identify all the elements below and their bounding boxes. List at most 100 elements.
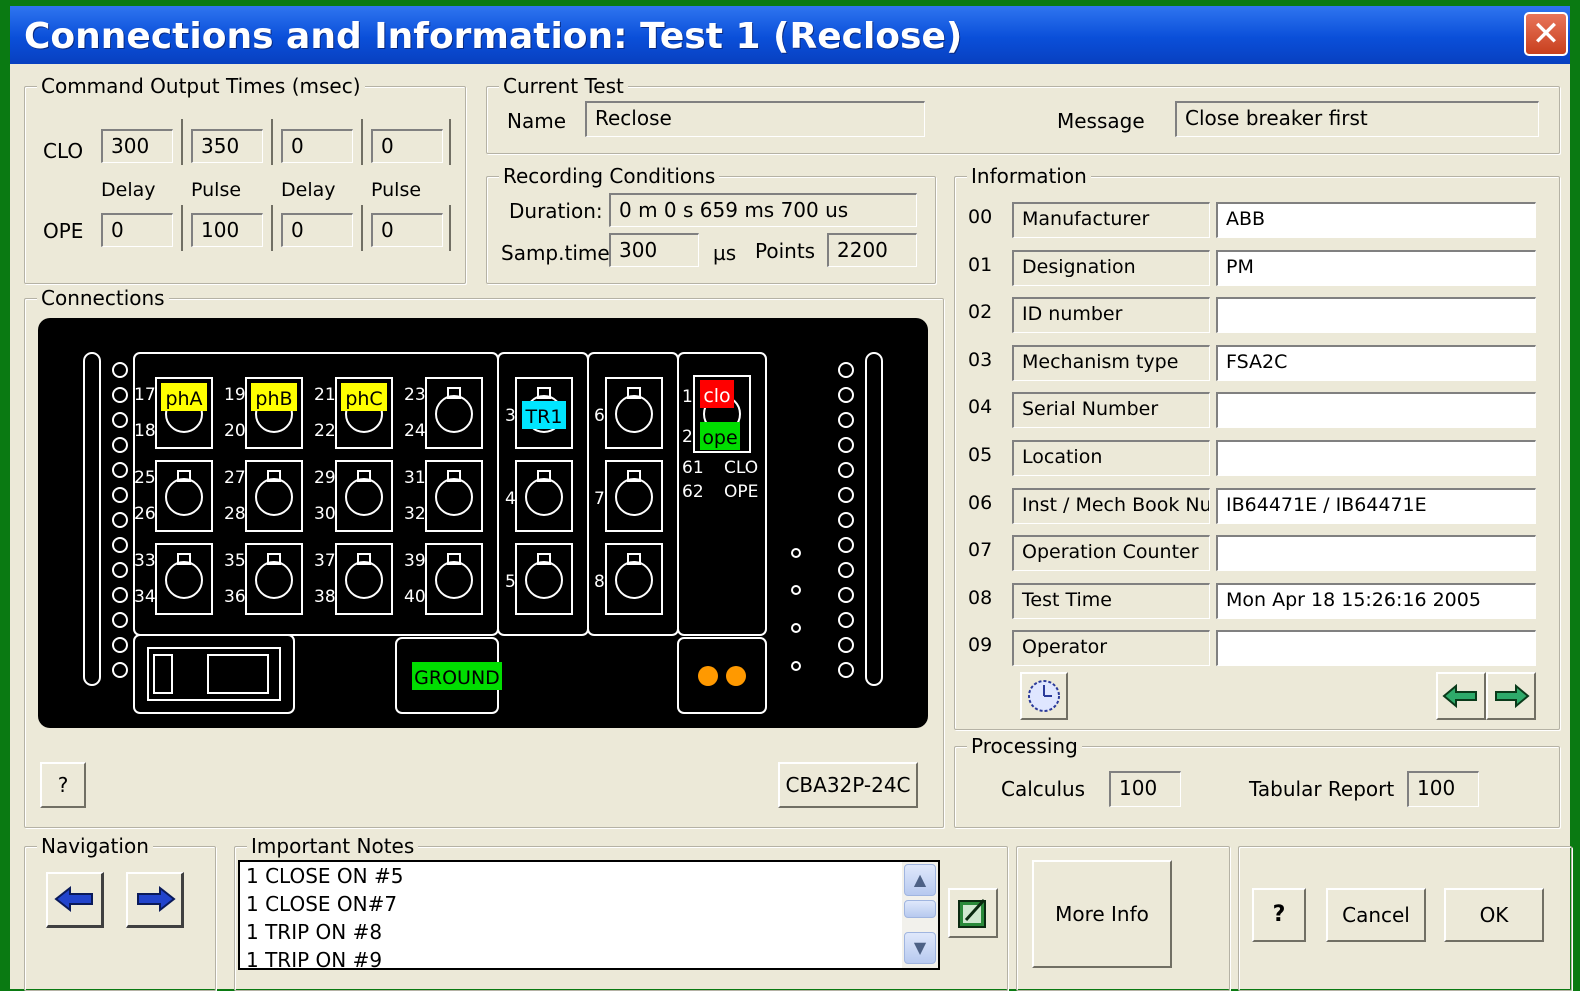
cancel-button[interactable]: Cancel: [1326, 888, 1426, 942]
ope-pulse-1-field[interactable]: 100: [191, 213, 263, 247]
terminal-number: 8: [594, 572, 605, 592]
duration-field[interactable]: 0 m 0 s 659 ms 700 us: [609, 193, 917, 227]
socket-circle: [165, 561, 203, 599]
info-field-name[interactable]: Designation: [1012, 249, 1210, 286]
close-button[interactable]: ✕: [1524, 12, 1568, 56]
terminal-number: 37: [314, 551, 336, 571]
info-field-value[interactable]: IB64471E / IB64471E: [1216, 487, 1536, 524]
nav-forward-button[interactable]: [126, 872, 184, 928]
terminal-number: 31: [404, 468, 426, 488]
info-prev-button[interactable]: [1436, 672, 1486, 720]
terminal-dot: [112, 487, 128, 503]
info-field-name[interactable]: Test Time: [1012, 582, 1210, 619]
arrow-right-green-icon: [1495, 683, 1530, 709]
arrow-left-icon: [54, 885, 93, 913]
indicator-dot: [791, 585, 801, 595]
arrow-left-green-icon: [1442, 683, 1477, 709]
clo-label: CLO: [43, 139, 84, 163]
dialog-window: Connections and Information: Test 1 (Rec…: [10, 6, 1572, 991]
tabular-report-field[interactable]: 100: [1407, 771, 1479, 807]
terminal-dot: [838, 537, 854, 553]
scroll-down-icon[interactable]: ▼: [904, 932, 936, 964]
indicator-dot: [791, 623, 801, 633]
col-label-delay-1: Delay: [101, 179, 156, 201]
samp-time-field[interactable]: 300: [609, 233, 699, 267]
socket-circle: [435, 561, 473, 599]
samp-unit-label: µs: [713, 241, 737, 265]
ope-delay-1-field[interactable]: 0: [101, 213, 173, 247]
terminal-dot: [112, 562, 128, 578]
terminal-dot: [112, 387, 128, 403]
ope-pulse-2-field[interactable]: 0: [371, 213, 443, 247]
recording-legend: Recording Conditions: [499, 164, 720, 188]
clo-delay-1-field[interactable]: 300: [101, 129, 173, 163]
terminal-dot: [112, 637, 128, 653]
info-field-name[interactable]: Operator: [1012, 630, 1210, 667]
info-field-value[interactable]: [1216, 440, 1536, 476]
nav-back-button[interactable]: [46, 872, 104, 928]
title-bar[interactable]: Connections and Information: Test 1 (Rec…: [10, 6, 1570, 64]
channel-tag-phC: phC: [345, 388, 382, 410]
info-row-number: 01: [968, 253, 993, 276]
current-test-legend: Current Test: [499, 74, 628, 98]
points-field[interactable]: 2200: [827, 233, 917, 267]
info-field-value[interactable]: FSA2C: [1216, 344, 1536, 381]
points-label: Points: [755, 239, 816, 263]
scroll-up-icon[interactable]: ▲: [904, 864, 936, 896]
terminal-dot: [838, 362, 854, 378]
info-field-name[interactable]: ID number: [1012, 297, 1210, 334]
terminal-dot: [112, 612, 128, 628]
notes-textarea[interactable]: 1 CLOSE ON #5 1 CLOSE ON#7 1 TRIP ON #8 …: [238, 860, 940, 970]
info-field-name[interactable]: Inst / Mech Book Nu: [1012, 487, 1210, 524]
ope-delay-2-field[interactable]: 0: [281, 213, 353, 247]
clo-delay-2-field[interactable]: 0: [281, 129, 353, 163]
info-field-name[interactable]: Location: [1012, 440, 1210, 476]
terminal-number: 20: [224, 421, 246, 441]
info-field-value[interactable]: Mon Apr 18 15:26:16 2005: [1216, 582, 1536, 619]
col-label-pulse-2: Pulse: [371, 179, 422, 201]
edit-notes-button[interactable]: [948, 888, 998, 938]
terminal-dot: [838, 612, 854, 628]
info-field-value[interactable]: [1216, 392, 1536, 429]
more-info-button[interactable]: More Info: [1032, 860, 1172, 968]
info-field-name[interactable]: Serial Number: [1012, 392, 1210, 429]
connections-help-button[interactable]: ?: [40, 762, 86, 808]
info-field-value[interactable]: [1216, 535, 1536, 572]
socket-circle: [345, 478, 383, 516]
clock-button[interactable]: [1020, 672, 1068, 720]
side-rail: [83, 352, 101, 686]
terminal-dot: [112, 662, 128, 678]
device-button[interactable]: CBA32P-24C: [778, 762, 918, 808]
separator: [181, 205, 183, 251]
info-next-button[interactable]: [1486, 672, 1536, 720]
processing-group: Processing Calculus 100 Tabular Report 1…: [954, 734, 1560, 828]
message-field[interactable]: Close breaker first: [1175, 101, 1539, 137]
info-row-number: 07: [968, 539, 993, 562]
info-field-value[interactable]: PM: [1216, 249, 1536, 286]
info-field-name[interactable]: Mechanism type: [1012, 344, 1210, 381]
command-output-legend: Command Output Times (msec): [37, 74, 365, 98]
message-label: Message: [1057, 109, 1145, 133]
info-row-number: 06: [968, 491, 993, 514]
terminal-dot: [112, 437, 128, 453]
scroll-thumb[interactable]: [904, 900, 936, 918]
socket-circle: [255, 478, 293, 516]
info-field-value[interactable]: ABB: [1216, 202, 1536, 238]
terminal-dot: [112, 412, 128, 428]
info-field-value[interactable]: [1216, 297, 1536, 334]
orange-led: [726, 666, 746, 686]
test-name-field[interactable]: Reclose: [585, 101, 925, 137]
channel-tag-ground: GROUND: [414, 667, 500, 689]
calculus-field[interactable]: 100: [1109, 771, 1181, 807]
clo-pulse-1-field[interactable]: 350: [191, 129, 263, 163]
help-button[interactable]: ?: [1252, 888, 1306, 942]
socket-circle: [165, 478, 203, 516]
info-field-name[interactable]: Manufacturer: [1012, 202, 1210, 238]
ok-button[interactable]: OK: [1444, 888, 1544, 942]
info-field-value[interactable]: [1216, 630, 1536, 667]
notes-scrollbar[interactable]: ▲ ▼: [902, 862, 938, 968]
connection-diagram: 1718192021222324252627282930313233343536…: [83, 352, 883, 714]
clo-pulse-2-field[interactable]: 0: [371, 129, 443, 163]
connections-legend: Connections: [37, 286, 169, 310]
info-field-name[interactable]: Operation Counter: [1012, 535, 1210, 572]
